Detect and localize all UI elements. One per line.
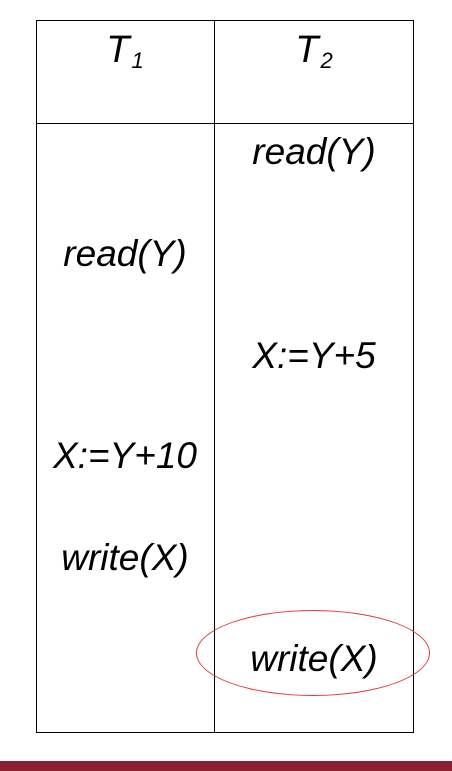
footer-bar xyxy=(0,761,452,771)
highlight-ellipse xyxy=(196,610,430,696)
column-header-t2-sub: 2 xyxy=(320,48,333,73)
t1-step-assign-x: X:=Y+10 xyxy=(52,435,197,476)
header-divider xyxy=(36,123,414,124)
t1-step-write-x: write(X) xyxy=(61,537,189,578)
column-header-t1-label: T xyxy=(106,29,130,71)
column-header-t1-sub: 1 xyxy=(131,48,144,73)
column-header-t1: T1 xyxy=(36,28,214,83)
column-header-t2-label: T xyxy=(295,29,319,71)
t2-step-read-y: read(Y) xyxy=(252,131,376,172)
column-header-t2: T2 xyxy=(225,28,403,83)
t1-step-read-y: read(Y) xyxy=(63,233,187,274)
t2-step-assign-x: X:=Y+5 xyxy=(252,335,376,376)
